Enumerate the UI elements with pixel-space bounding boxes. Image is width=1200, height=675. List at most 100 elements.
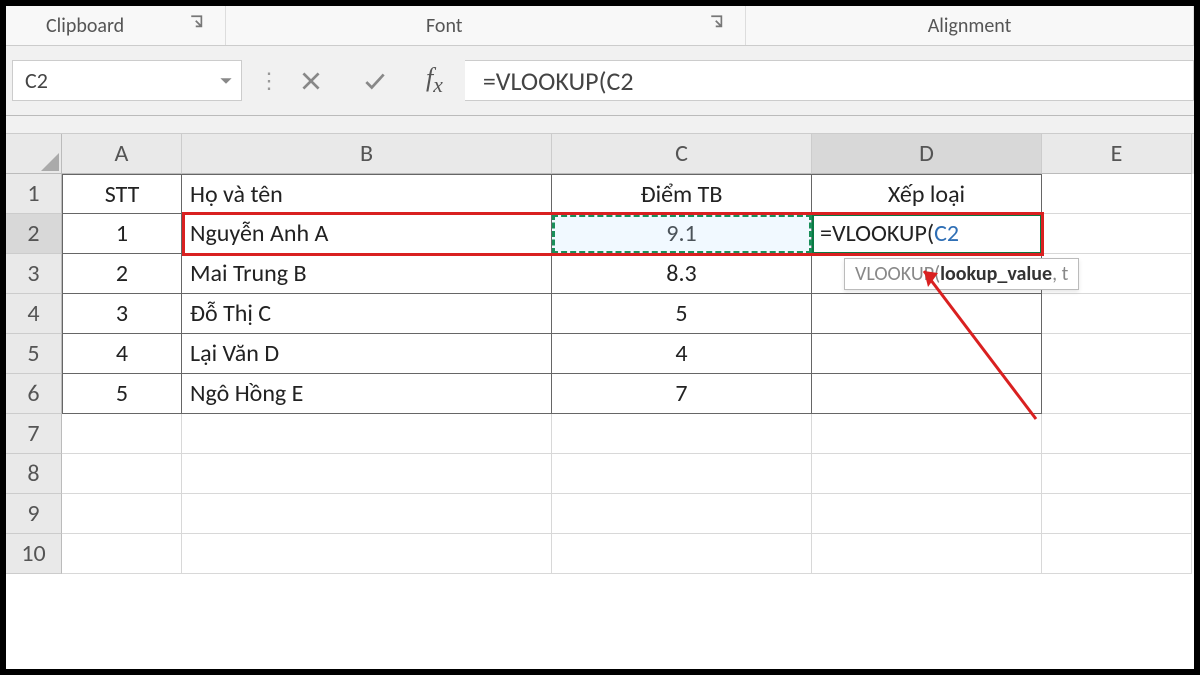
cell[interactable]: [182, 454, 552, 494]
cell[interactable]: 3: [62, 294, 182, 334]
cell[interactable]: Lại Văn D: [182, 334, 552, 374]
cell[interactable]: 5: [62, 374, 182, 414]
cell[interactable]: Xếp loại: [812, 174, 1042, 214]
row-header-6[interactable]: 6: [6, 374, 62, 414]
cell[interactable]: [182, 534, 552, 574]
cell[interactable]: [1042, 534, 1192, 574]
chevron-down-icon[interactable]: [219, 67, 233, 94]
cell[interactable]: [812, 534, 1042, 574]
ribbon-group-font: Font: [226, 6, 746, 45]
cell[interactable]: [1042, 454, 1192, 494]
cell[interactable]: [812, 414, 1042, 454]
cell[interactable]: STT: [62, 174, 182, 214]
row-header-2[interactable]: 2: [6, 214, 62, 254]
cell[interactable]: [1042, 174, 1192, 214]
cell[interactable]: [552, 494, 812, 534]
cell[interactable]: 1: [62, 214, 182, 254]
formula-bar-input[interactable]: =VLOOKUP(C2: [465, 60, 1194, 101]
cell[interactable]: Nguyễn Anh A: [182, 214, 552, 254]
cell[interactable]: 8.3: [552, 254, 812, 294]
dialog-launcher-icon[interactable]: [709, 14, 727, 38]
cell[interactable]: [182, 414, 552, 454]
active-cell[interactable]: =VLOOKUP(C2: [812, 214, 1042, 254]
spreadsheet-grid[interactable]: A B C D E 1 STT Họ và tên Điểm TB Xếp lo…: [6, 134, 1194, 574]
name-box-value: C2: [25, 67, 48, 94]
formula-prefix: =VLOOKUP(: [820, 219, 934, 248]
cell[interactable]: [62, 494, 182, 534]
cell[interactable]: [62, 414, 182, 454]
ribbon-group-alignment: Alignment: [746, 6, 1194, 45]
cell[interactable]: [552, 454, 812, 494]
row-header-8[interactable]: 8: [6, 454, 62, 494]
table-row: 6 5 Ngô Hồng E 7: [6, 374, 1194, 414]
divider-icon: ⋮: [258, 60, 276, 101]
dialog-launcher-icon[interactable]: [189, 14, 207, 38]
cell[interactable]: [62, 454, 182, 494]
cell[interactable]: Ngô Hồng E: [182, 374, 552, 414]
ribbon-group-clipboard: Clipboard: [6, 6, 226, 45]
row-header-5[interactable]: 5: [6, 334, 62, 374]
cell[interactable]: 5: [552, 294, 812, 334]
row-header-4[interactable]: 4: [6, 294, 62, 334]
ribbon-label-clipboard: Clipboard: [46, 14, 124, 38]
tooltip-fn: VLOOKUP(: [855, 262, 940, 286]
cell[interactable]: 4: [552, 334, 812, 374]
cell[interactable]: Mai Trung B: [182, 254, 552, 294]
row-header-7[interactable]: 7: [6, 414, 62, 454]
col-header-A[interactable]: A: [62, 134, 182, 174]
spacer: [6, 116, 1194, 134]
select-all-corner[interactable]: [6, 134, 62, 174]
row-header-10[interactable]: 10: [6, 534, 62, 574]
row-header-3[interactable]: 3: [6, 254, 62, 294]
formula-tooltip: VLOOKUP(lookup_value, t: [844, 258, 1079, 290]
cell[interactable]: [812, 454, 1042, 494]
fx-icon[interactable]: fx: [426, 63, 443, 98]
col-header-B[interactable]: B: [182, 134, 552, 174]
ribbon-group-labels: Clipboard Font Alignment: [6, 6, 1194, 46]
cell[interactable]: Đỗ Thị C: [182, 294, 552, 334]
table-row: 9: [6, 494, 1194, 534]
enter-formula-button[interactable]: [362, 68, 388, 94]
formula-bar-row: C2 ⋮ fx =VLOOKUP(C2: [6, 46, 1194, 116]
name-box[interactable]: C2: [12, 60, 242, 101]
cell[interactable]: [812, 494, 1042, 534]
tooltip-rest: , t: [1052, 262, 1068, 286]
formula-bar-text: =VLOOKUP(C2: [483, 65, 634, 97]
table-row: 7: [6, 414, 1194, 454]
cancel-formula-button[interactable]: [298, 68, 324, 94]
cell[interactable]: [552, 414, 812, 454]
cell[interactable]: [812, 334, 1042, 374]
cell[interactable]: [1042, 374, 1192, 414]
cell[interactable]: [552, 534, 812, 574]
row-header-9[interactable]: 9: [6, 494, 62, 534]
table-row: 4 3 Đỗ Thị C 5: [6, 294, 1194, 334]
col-header-C[interactable]: C: [552, 134, 812, 174]
column-header-row: A B C D E: [6, 134, 1194, 174]
cell[interactable]: 9.1: [552, 214, 812, 254]
cell[interactable]: Điểm TB: [552, 174, 812, 214]
table-row: 1 STT Họ và tên Điểm TB Xếp loại: [6, 174, 1194, 214]
ribbon-label-font: Font: [426, 14, 462, 38]
cell[interactable]: [1042, 294, 1192, 334]
cell[interactable]: [1042, 334, 1192, 374]
col-header-D[interactable]: D: [812, 134, 1042, 174]
cell[interactable]: 2: [62, 254, 182, 294]
cell[interactable]: [1042, 414, 1192, 454]
cell[interactable]: [1042, 214, 1192, 254]
cell[interactable]: [812, 294, 1042, 334]
cell[interactable]: [1042, 494, 1192, 534]
ribbon-label-alignment: Alignment: [928, 14, 1012, 38]
cell[interactable]: 4: [62, 334, 182, 374]
formula-bar-buttons: fx: [276, 60, 465, 101]
cell[interactable]: [182, 494, 552, 534]
table-row: 10: [6, 534, 1194, 574]
tooltip-arg: lookup_value: [940, 262, 1052, 286]
cell[interactable]: [62, 534, 182, 574]
row-header-1[interactable]: 1: [6, 174, 62, 214]
col-header-E[interactable]: E: [1042, 134, 1192, 174]
formula-ref: C2: [934, 219, 959, 248]
cell[interactable]: [812, 374, 1042, 414]
cell[interactable]: 7: [552, 374, 812, 414]
cell[interactable]: Họ và tên: [182, 174, 552, 214]
table-row: 2 1 Nguyễn Anh A 9.1 =VLOOKUP(C2: [6, 214, 1194, 254]
